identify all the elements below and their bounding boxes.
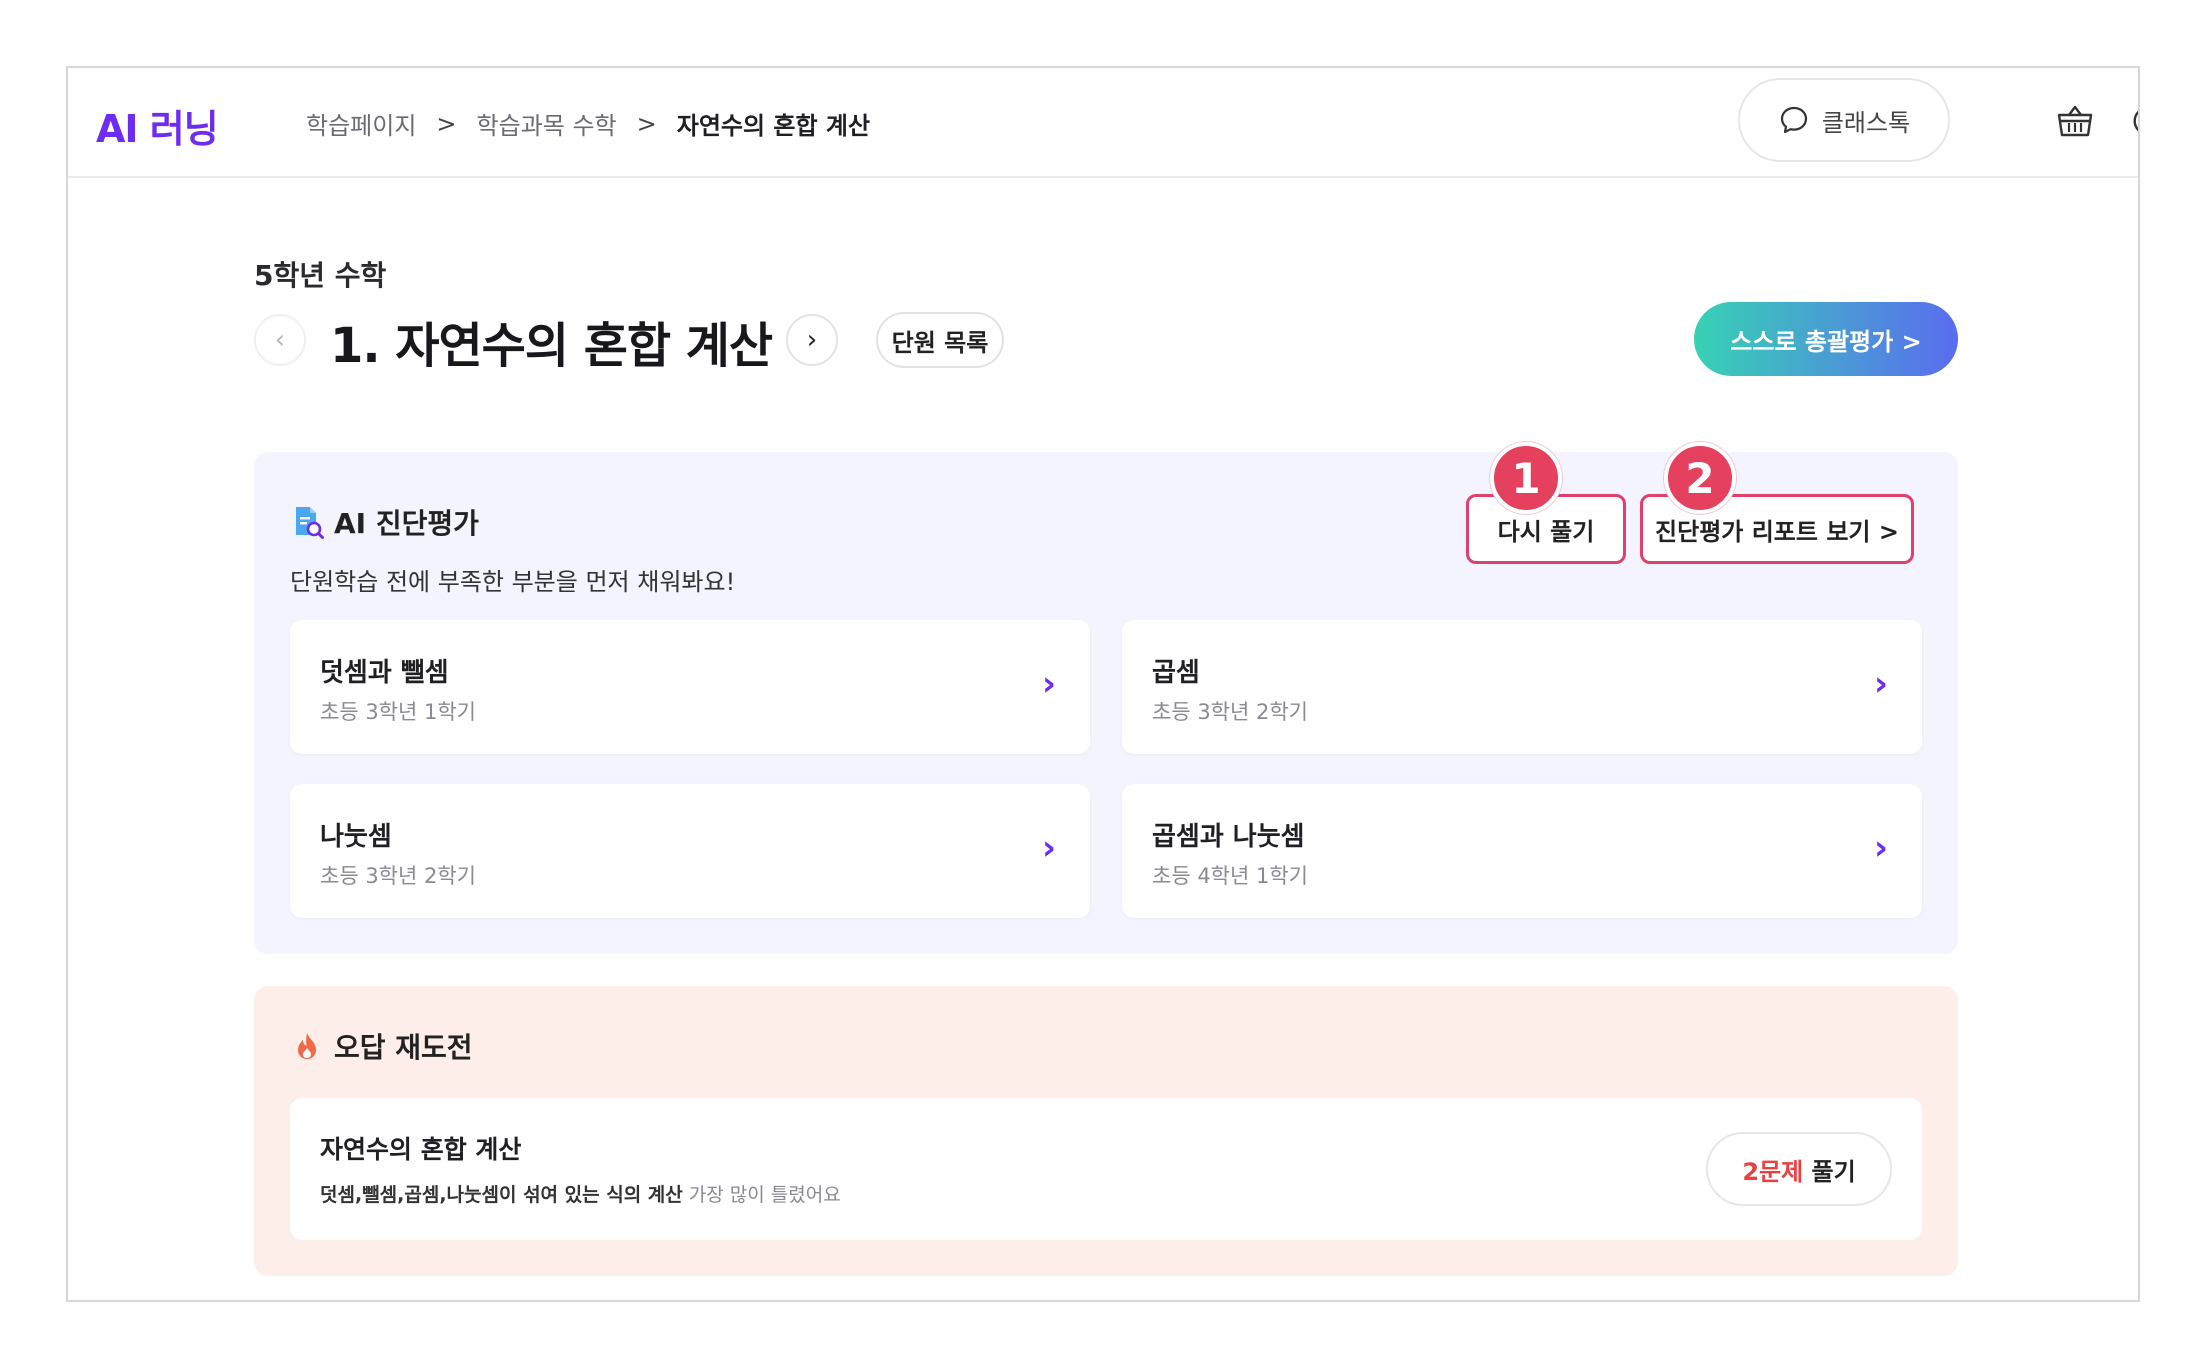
card-subtitle: 초등 3학년 2학기 (320, 864, 476, 888)
problem-count: 2문제 (1742, 1157, 1804, 1186)
card-subtitle: 초등 3학년 2학기 (1152, 700, 1308, 724)
wrong-answer-header: 오답 재도전 (294, 1026, 473, 1066)
ai-diagnosis-panel: AI 진단평가 단원학습 전에 부족한 부분을 먼저 채워봐요! 다시 풀기 진… (254, 442, 1958, 954)
chevron-right-icon: › (1041, 664, 1056, 704)
chevron-right-icon: › (806, 325, 818, 355)
wrong-answer-title: 오답 재도전 (334, 1031, 473, 1064)
wrong-answer-panel: 오답 재도전 자연수의 혼합 계산 덧셈,뺄셈,곱셈,나눗셈이 섞여 있는 식의… (254, 986, 1958, 1276)
grade-label: 5학년 수학 (254, 259, 387, 292)
chevron-left-icon: ‹ (274, 325, 286, 355)
next-unit-button[interactable]: › (786, 314, 838, 366)
wrong-card-desc-rest: 가장 많이 틀렸어요 (682, 1184, 841, 1206)
card-subtitle: 초등 3학년 1학기 (320, 700, 476, 724)
card-title: 곱셈 (1152, 658, 1200, 688)
page-title: 1. 자연수의 혼합 계산 (330, 318, 773, 374)
prev-unit-button[interactable]: ‹ (254, 314, 306, 366)
breadcrumb-item-current: 자연수의 혼합 계산 (676, 112, 871, 140)
prereq-card-addition-subtraction[interactable]: 덧셈과 뺄셈 초등 3학년 1학기 › (290, 620, 1090, 754)
wrong-card-title: 자연수의 혼합 계산 (320, 1135, 522, 1164)
callout-badge-2: 2 (1664, 442, 1736, 514)
wrong-card-topic: 덧셈,뺄셈,곱셈,나눗셈이 섞여 있는 식의 계산 (320, 1184, 683, 1206)
top-header: AI 러닝 학습페이지 > 학습과목 수학 > 자연수의 혼합 계산 클래스톡 (68, 68, 2138, 178)
class-talk-button[interactable]: 클래스톡 (1738, 78, 1950, 162)
prereq-card-multiplication-division[interactable]: 곱셈과 나눗셈 초등 4학년 1학기 › (1122, 784, 1922, 918)
card-title: 덧셈과 뺄셈 (320, 658, 449, 688)
chevron-right-icon: › (1041, 828, 1056, 868)
callout-badge-1: 1 (1490, 442, 1562, 514)
card-title: 나눗셈 (320, 822, 392, 852)
self-eval-button[interactable]: 스스로 총괄평가 > (1694, 302, 1958, 376)
logout-icon[interactable] (2126, 98, 2138, 144)
prereq-card-multiplication[interactable]: 곱셈 초등 3학년 2학기 › (1122, 620, 1922, 754)
document-search-icon (296, 507, 324, 539)
solve-label: 풀기 (1803, 1157, 1856, 1186)
prereq-card-division[interactable]: 나눗셈 초등 3학년 2학기 › (290, 784, 1090, 918)
ai-diagnosis-subtitle: 단원학습 전에 부족한 부분을 먼저 채워봐요! (290, 568, 736, 596)
breadcrumb-item-home[interactable]: 학습페이지 (306, 106, 416, 141)
fire-icon (298, 1033, 316, 1059)
chevron-right-icon: > (436, 109, 457, 138)
ai-diagnosis-title: AI 진단평가 (334, 507, 479, 540)
breadcrumb-item-subject[interactable]: 학습과목 수학 (477, 106, 617, 141)
basket-icon[interactable] (2052, 98, 2098, 144)
chevron-right-icon: > (636, 109, 657, 138)
ai-diagnosis-header: AI 진단평가 (292, 502, 479, 542)
app-window: AI 러닝 학습페이지 > 학습과목 수학 > 자연수의 혼합 계산 클래스톡 (66, 66, 2140, 1302)
breadcrumb: 학습페이지 > 학습과목 수학 > 자연수의 혼합 계산 (306, 106, 870, 141)
card-title: 곱셈과 나눗셈 (1152, 822, 1305, 852)
chevron-right-icon: › (1873, 664, 1888, 704)
wrong-answer-card: 자연수의 혼합 계산 덧셈,뺄셈,곱셈,나눗셈이 섞여 있는 식의 계산 가장 … (290, 1098, 1922, 1240)
unit-list-button[interactable]: 단원 목록 (876, 312, 1004, 368)
chevron-right-icon: › (1873, 828, 1888, 868)
solve-wrong-button[interactable]: 2문제 풀기 (1706, 1132, 1892, 1206)
class-talk-label: 클래스톡 (1821, 108, 1911, 137)
chat-bubble-icon (1780, 106, 1807, 134)
wrong-card-description: 덧셈,뺄셈,곱셈,나눗셈이 섞여 있는 식의 계산 가장 많이 틀렸어요 (320, 1180, 841, 1207)
logo[interactable]: AI 러닝 (96, 98, 219, 153)
card-subtitle: 초등 4학년 1학기 (1152, 864, 1308, 888)
